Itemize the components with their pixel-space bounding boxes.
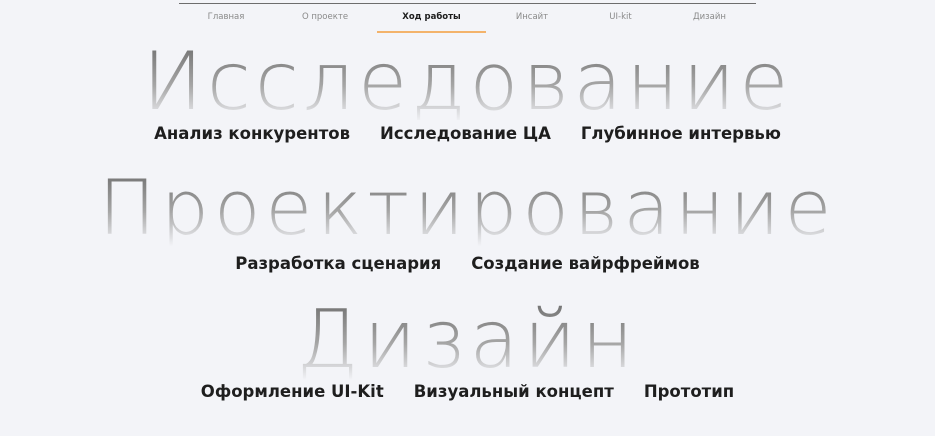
nav-item-ui-kit[interactable]: UI-kit [578,4,663,32]
nav-item-workflow[interactable]: Ход работы [377,4,486,33]
stage-steps-design: Оформление UI-Kit Визуальный концепт Про… [0,382,935,401]
step-competitor-analysis: Анализ конкурентов [154,124,351,143]
stage-title-research: Исследование [0,42,935,122]
step-audience-research: Исследование ЦА [380,124,551,143]
nav-item-design[interactable]: Дизайн [663,4,756,32]
step-visual-concept: Визуальный концепт [413,382,614,401]
top-navigation: Главная О проекте Ход работы Инсайт UI-k… [179,4,756,33]
stage-steps-research: Анализ конкурентов Исследование ЦА Глуби… [0,124,935,143]
nav-item-insight[interactable]: Инсайт [486,4,578,32]
step-scenario-development: Разработка сценария [235,254,442,273]
step-prototype: Прототип [643,382,735,401]
step-wireframes: Создание вайрфреймов [471,254,700,273]
step-in-depth-interview: Глубинное интервью [580,124,781,143]
stage-steps-prototyping: Разработка сценария Создание вайрфреймов [0,254,935,273]
step-ui-kit: Оформление UI-Kit [200,382,384,401]
nav-item-home[interactable]: Главная [179,4,273,32]
stage-title-prototyping: Проектирование [0,170,935,246]
nav-item-about[interactable]: О проекте [273,4,377,32]
stage-title-design: Дизайн [0,300,935,380]
